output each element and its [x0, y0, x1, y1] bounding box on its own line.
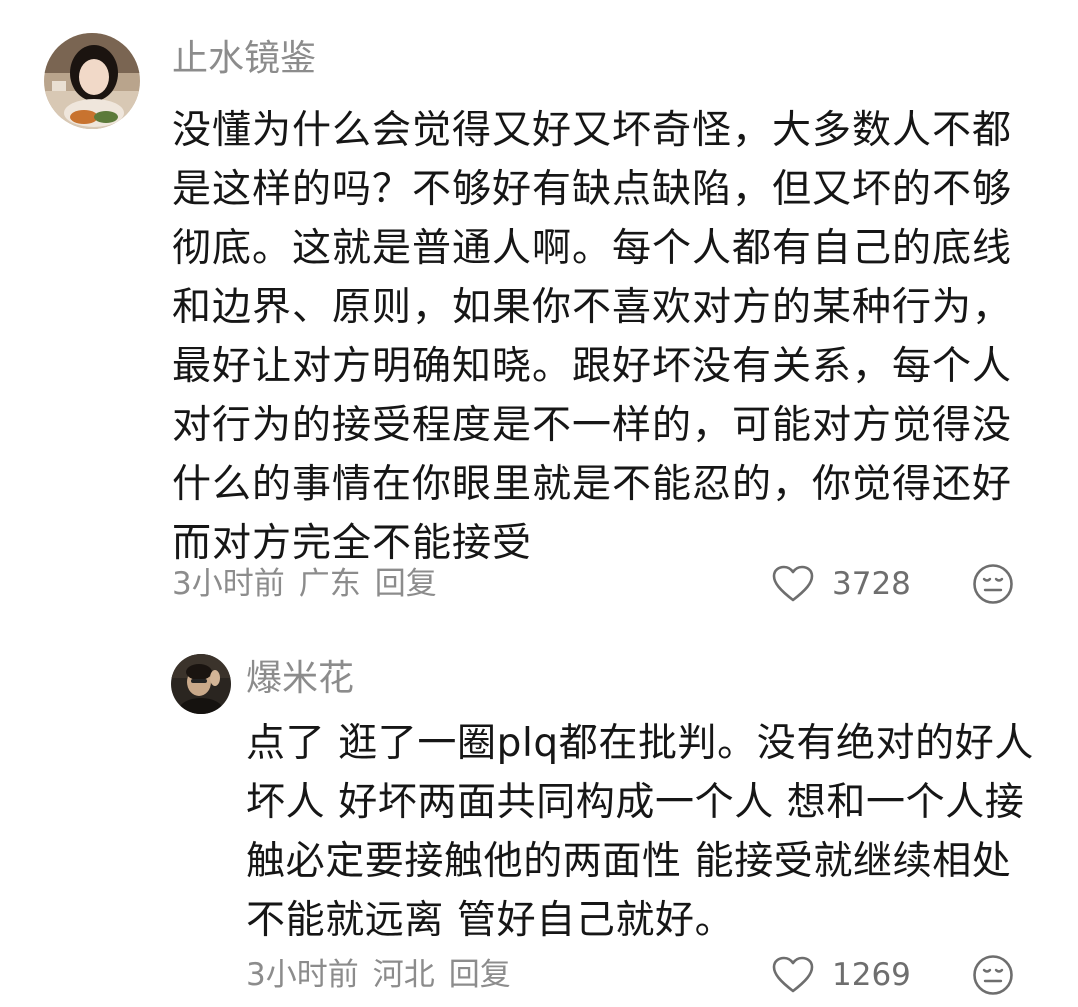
- comment-text: 没懂为什么会觉得又好又坏奇怪，大多数人不都是这样的吗？不够好有缺点缺陷，但又坏的…: [172, 108, 1013, 566]
- reply-location: 河北: [372, 957, 435, 993]
- comment-meta: 3小时前 广东 回复: [172, 561, 437, 607]
- like-button[interactable]: 3728: [772, 561, 911, 607]
- reply-meta: 3小时前 河北 回复: [246, 952, 511, 998]
- comment-location: 广东: [298, 566, 361, 602]
- like-count: 1269: [832, 957, 911, 993]
- like-button[interactable]: 1269: [772, 952, 911, 998]
- emoji-face-icon: [973, 564, 1013, 604]
- heart-outline-icon: [772, 956, 814, 993]
- user-avatar[interactable]: [44, 33, 140, 129]
- emoji-face-icon: [973, 955, 1013, 995]
- comment-username[interactable]: 止水镜鉴: [172, 34, 316, 84]
- comment-thread: 止水镜鉴 没懂为什么会觉得又好又坏奇怪，大多数人不都是这样的吗？不够好有缺点缺陷…: [0, 0, 1078, 1007]
- user-avatar[interactable]: [171, 654, 231, 714]
- reply-button[interactable]: 回复: [449, 952, 511, 998]
- reply-time: 3小时前: [246, 957, 359, 993]
- avatar-photo-icon: [171, 654, 231, 714]
- reply-username[interactable]: 爆米花: [246, 654, 354, 704]
- reply-button[interactable]: 回复: [375, 561, 437, 607]
- emoji-reaction-button[interactable]: [972, 563, 1014, 605]
- emoji-reaction-button[interactable]: [972, 954, 1014, 996]
- heart-outline-icon: [772, 565, 814, 602]
- avatar-photo-icon: [44, 33, 140, 129]
- comment-time: 3小时前: [172, 566, 285, 602]
- reply-text: 点了 逛了一圈plq都在批判。没有绝对的好人坏人 好坏两面共同构成一个人 想和一…: [246, 721, 1034, 943]
- like-count: 3728: [832, 566, 911, 602]
